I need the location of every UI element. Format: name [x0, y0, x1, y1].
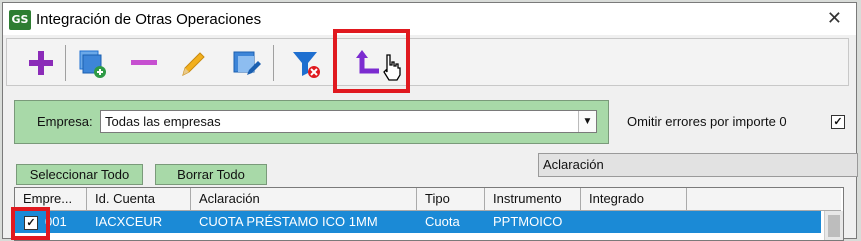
toolbar-separator	[273, 45, 274, 81]
scrollbar-thumb[interactable]	[828, 215, 840, 237]
app-logo-icon: GS	[9, 10, 31, 30]
empresa-label: Empresa:	[37, 114, 93, 129]
cell-tipo: Cuota	[425, 214, 460, 229]
column-header-aclaracion[interactable]: Aclaración	[191, 188, 417, 210]
window-title: Integración de Otras Operaciones	[36, 11, 262, 28]
cell-id-cuenta: IACXCEUR	[95, 214, 163, 229]
edit-button[interactable]	[173, 45, 213, 81]
column-header-id-cuenta[interactable]: Id. Cuenta	[87, 188, 191, 210]
cell-integrado	[581, 211, 589, 233]
cell-instrumento: PPTMOICO	[493, 214, 563, 229]
column-header-instrumento[interactable]: Instrumento	[485, 188, 581, 210]
chevron-down-icon[interactable]: ▼	[578, 111, 596, 132]
empresa-dropdown-value: Todas las empresas	[105, 114, 221, 129]
edit-document-icon	[233, 51, 261, 75]
vertical-scrollbar[interactable]	[824, 211, 843, 240]
close-icon[interactable]: ✕	[827, 8, 842, 29]
empresa-dropdown[interactable]: Todas las empresas ▼	[100, 110, 597, 133]
row-checkbox-highlight	[11, 207, 50, 240]
column-header-integrado[interactable]: Integrado	[581, 188, 687, 210]
grid-header: Empre... Id. Cuenta Aclaración Tipo Inst…	[15, 188, 841, 211]
omit-errors-checkbox[interactable]: ✓	[831, 115, 845, 129]
minus-icon	[131, 60, 157, 65]
add-button[interactable]	[21, 45, 61, 81]
remove-button[interactable]	[123, 45, 163, 81]
plus-icon	[29, 51, 53, 75]
filter-remove-icon	[293, 52, 320, 78]
table-row[interactable]: 001 IACXCEUR CUOTA PRÉSTAMO ICO 1MM Cuot…	[15, 211, 821, 233]
toolbar	[6, 38, 849, 86]
copy-add-icon	[79, 50, 106, 78]
empresa-filter-group: Empresa: Todas las empresas ▼	[14, 100, 609, 144]
clear-all-button[interactable]: Borrar Todo	[155, 164, 267, 185]
title-bar: GS Integración de Otras Operaciones ✕	[3, 3, 856, 35]
edit-record-button[interactable]	[225, 45, 265, 81]
duplicate-button[interactable]	[71, 45, 111, 81]
cell-aclaracion: CUOTA PRÉSTAMO ICO 1MM	[199, 214, 378, 229]
pencil-icon	[182, 52, 205, 76]
operations-grid: Empre... Id. Cuenta Aclaración Tipo Inst…	[14, 187, 844, 241]
select-all-button[interactable]: Seleccionar Todo	[16, 164, 143, 185]
toolbar-separator	[65, 45, 66, 81]
aclaracion-filter-field[interactable]: Aclaración	[538, 153, 858, 177]
clear-filter-button[interactable]	[285, 45, 325, 81]
integrate-button-highlight	[333, 29, 410, 93]
column-header-tipo[interactable]: Tipo	[417, 188, 485, 210]
omit-errors-label: Omitir errores por importe 0	[627, 114, 787, 129]
